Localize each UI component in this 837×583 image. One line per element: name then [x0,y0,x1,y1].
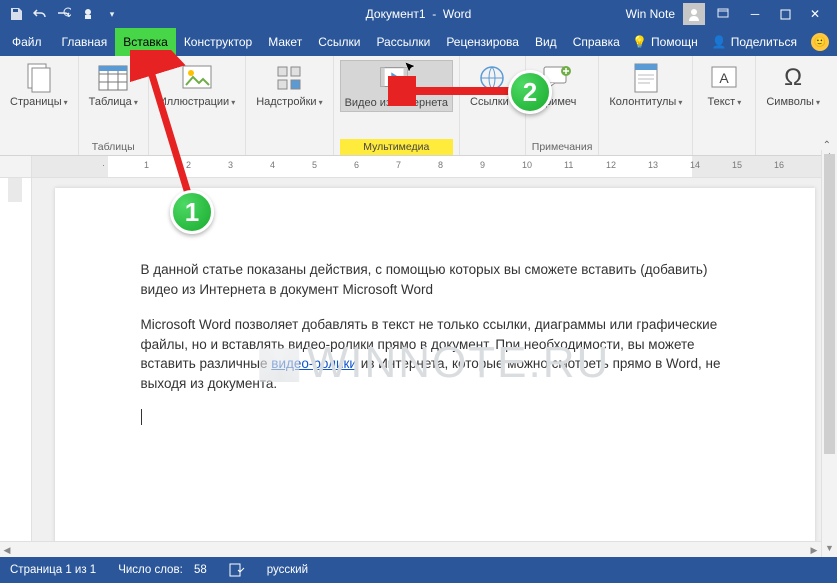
document-area: WINNOTE.RU В данной статье показаны дейс… [0,178,837,569]
spellcheck-icon[interactable] [229,563,245,577]
ribbon-group-symbols: Ω Символы▾ [756,56,830,155]
header-icon [630,62,662,94]
tab-view[interactable]: Вид [527,28,565,56]
annotation-arrow-1 [130,50,220,210]
status-bar: Страница 1 из 1 Число слов: 58 русский [0,557,837,583]
lightbulb-icon: 💡 [632,35,647,49]
touch-mode-icon[interactable] [78,4,98,24]
pages-button[interactable]: Страницы▾ [6,60,72,111]
share-icon: 👤 [712,35,727,49]
window-title: Документ1 - Word [366,7,472,21]
paragraph-2[interactable]: Microsoft Word позволяет добавлять в тек… [141,315,731,393]
tab-help[interactable]: Справка [565,28,628,56]
minimize-button[interactable]: ─ [741,0,769,28]
vertical-ruler[interactable] [0,178,32,569]
ribbon-group-text: A Текст▾ [693,56,756,155]
annotation-badge-2: 2 [508,70,552,114]
omega-icon: Ω [777,62,809,94]
addins-icon [273,62,305,94]
tab-review[interactable]: Рецензирова [438,28,527,56]
title-bar: ▾ Документ1 - Word Win Note ─ ✕ [0,0,837,28]
document-page[interactable]: В данной статье показаны действия, с пом… [55,188,815,558]
word-count[interactable]: Число слов: 58 [118,564,207,576]
table-icon [97,62,129,94]
share-button[interactable]: 👤Поделиться [712,35,797,49]
brand-label: Win Note [626,7,675,21]
paragraph-1[interactable]: В данной статье показаны действия, с пом… [141,260,731,299]
user-avatar-icon[interactable] [683,3,705,25]
group-label-media: Мультимедиа [340,139,453,155]
ribbon-group-pages: Страницы▾ [0,56,79,155]
annotation-badge-1: 1 [170,190,214,234]
undo-icon[interactable] [30,4,50,24]
qat-customize-icon[interactable]: ▾ [102,4,122,24]
vertical-scrollbar[interactable]: ▲ ▼ [821,150,837,557]
symbols-button[interactable]: Ω Символы▾ [762,60,824,111]
horizontal-scrollbar[interactable]: ◀ ▶ [0,541,821,557]
maximize-button[interactable] [771,0,799,28]
ribbon-group-addins: Надстройки▾ [246,56,333,155]
ribbon: Страницы▾ Таблица▾ Таблицы Иллюстрации▾ [0,56,837,156]
textbox-icon: A [708,62,740,94]
pages-icon [23,62,55,94]
addins-button[interactable]: Надстройки▾ [252,60,326,111]
video-clips-link[interactable]: видео-ролики [271,356,357,371]
ribbon-display-icon[interactable] [713,4,733,24]
cursor-line[interactable] [141,409,731,425]
cursor-icon [404,61,418,75]
horizontal-ruler[interactable]: ·12345678910111213141516 [0,156,837,178]
tab-home[interactable]: Главная [54,28,116,56]
feedback-smiley-icon[interactable]: 🙂 [811,33,829,51]
language-status[interactable]: русский [267,564,308,576]
save-icon[interactable] [6,4,26,24]
header-footer-button[interactable]: Колонтитулы▾ [605,60,686,111]
page-scroll[interactable]: WINNOTE.RU В данной статье показаны дейс… [32,178,837,569]
redo-icon[interactable] [54,4,74,24]
page-count[interactable]: Страница 1 из 1 [10,564,96,576]
svg-text:A: A [720,70,730,86]
tab-layout[interactable]: Макет [260,28,310,56]
tab-references[interactable]: Ссылки [310,28,368,56]
scrollbar-thumb[interactable] [824,154,835,454]
close-button[interactable]: ✕ [801,0,829,28]
tell-me-button[interactable]: 💡Помощн [632,35,698,49]
ribbon-tabs: Файл Главная Вставка Конструктор Макет С… [0,28,837,56]
annotation-arrow-2 [388,76,528,106]
ruler-corner [0,156,32,177]
text-button[interactable]: A Текст▾ [699,60,749,111]
ribbon-group-headerfooter: Колонтитулы▾ [599,56,693,155]
group-label-comments: Примечания [532,139,593,155]
tab-file[interactable]: Файл [0,28,54,56]
tab-mailings[interactable]: Рассылки [368,28,438,56]
